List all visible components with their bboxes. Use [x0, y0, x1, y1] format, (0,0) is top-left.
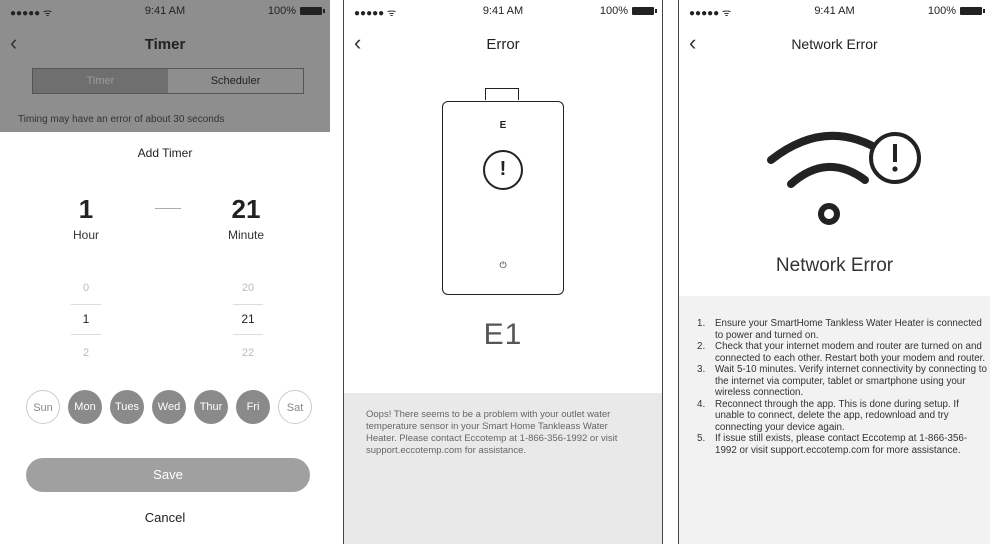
status-bar: ●●●●● ᯤ 9:41 AM 100% [0, 0, 330, 22]
sheet-title: Add Timer [137, 146, 193, 160]
minute-picker-prev[interactable]: 20 [218, 282, 278, 294]
troubleshooting-panel: 1. Ensure your SmartHome Tankless Water H… [679, 296, 990, 544]
weekday-selector: Sun Mon Tues Wed Thur Fri Sat [26, 390, 314, 424]
day-sat[interactable]: Sat [278, 390, 312, 424]
step-text: Reconnect through the app. This is done … [715, 398, 959, 433]
day-sun[interactable]: Sun [26, 390, 60, 424]
step-text: Wait 5-10 minutes. Verify internet conne… [715, 364, 987, 398]
hour-value: 1 [78, 194, 94, 224]
step-item: 4. Reconnect through the app. This is don… [697, 399, 987, 434]
picker-divider [233, 334, 263, 335]
step-item: 2. Check that your internet modem and rou… [697, 341, 987, 364]
step-item: 5. If issue still exists, please contact … [697, 433, 987, 456]
step-number: 4. [697, 398, 706, 410]
error-screen: ●●●●● ᯤ 9:41 AM 100% ‹ Error E ! ⏻ E1 Oo… [343, 0, 663, 544]
battery-percent: 100% [599, 5, 628, 17]
error-message: Oops! There seems to be a problem with y… [366, 409, 618, 456]
step-text: Ensure your SmartHome Tankless Water Hea… [715, 318, 982, 341]
day-fri[interactable]: Fri [236, 390, 270, 424]
step-item: 3. Wait 5-10 minutes. Verify internet con… [697, 364, 987, 399]
day-tues[interactable]: Tues [110, 390, 144, 424]
page-title: Network Error [791, 36, 878, 52]
device-logo: E [499, 120, 507, 131]
page-title: Error [486, 36, 520, 53]
timer-screen: ●●●●● ᯤ 9:41 AM 100% ‹ Timer Timer Sched… [0, 0, 330, 544]
separator-dash [155, 208, 181, 209]
battery-icon [632, 7, 657, 15]
minute-picker-next[interactable]: 22 [218, 347, 278, 359]
step-item: 1. Ensure your SmartHome Tankless Water H… [697, 318, 987, 341]
nav-bar: ‹ Network Error [679, 26, 990, 62]
step-number: 1. [697, 318, 706, 329]
hour-picker-selected[interactable]: 1 [56, 312, 116, 326]
battery-percent: 100% [927, 5, 956, 17]
troubleshooting-steps: 1. Ensure your SmartHome Tankless Water H… [697, 318, 987, 456]
hour-label: Hour [72, 228, 99, 242]
battery-percent: 100% [267, 5, 296, 17]
cancel-button[interactable]: Cancel [0, 510, 330, 525]
dimmed-background: ●●●●● ᯤ 9:41 AM 100% ‹ Timer Timer Sched… [0, 0, 330, 132]
segmented-control: Timer Scheduler [32, 68, 304, 94]
power-icon: ⏻ [499, 260, 507, 270]
step-text: If issue still exists, please contact Ec… [715, 433, 968, 456]
step-text: Check that your internet modem and route… [715, 341, 986, 364]
picker-divider [233, 304, 263, 305]
day-thur[interactable]: Thur [194, 390, 228, 424]
day-wed[interactable]: Wed [152, 390, 186, 424]
add-timer-sheet: Add Timer 1 Hour 21 Minute 0 1 2 20 21 2… [0, 132, 330, 544]
water-heater-icon: E ! ⏻ [442, 101, 564, 295]
wifi-error-icon [767, 131, 921, 225]
step-number: 5. [697, 433, 706, 444]
tab-scheduler[interactable]: Scheduler [168, 69, 303, 93]
battery-icon [960, 7, 985, 15]
picker-divider [71, 304, 101, 305]
error-code: E1 [483, 318, 523, 351]
nav-bar: ‹ Error [344, 26, 662, 62]
tab-timer[interactable]: Timer [33, 69, 168, 93]
network-error-heading: Network Error [775, 255, 894, 276]
day-mon[interactable]: Mon [68, 390, 102, 424]
step-number: 3. [697, 364, 706, 375]
page-title: Timer [144, 36, 186, 53]
error-message-panel: Oops! There seems to be a problem with y… [344, 393, 662, 544]
step-number: 2. [697, 341, 706, 352]
hour-picker-prev[interactable]: 0 [56, 282, 116, 294]
picker-divider [71, 334, 101, 335]
heater-outlet-icon [485, 88, 519, 100]
nav-bar: ‹ Timer [0, 26, 330, 62]
hour-picker-next[interactable]: 2 [56, 347, 116, 359]
minute-label: Minute [227, 228, 265, 242]
status-bar: ●●●●● ᯤ 9:41 AM 100% [679, 0, 990, 22]
exclamation-icon: ! [483, 150, 523, 190]
minute-value: 21 [231, 194, 261, 224]
network-error-screen: ●●●●● ᯤ 9:41 AM 100% ‹ Network Error Net… [678, 0, 990, 544]
save-button[interactable]: Save [26, 458, 310, 492]
timing-note: Timing may have an error of about 30 sec… [18, 114, 225, 125]
battery-icon [300, 7, 325, 15]
minute-picker-selected[interactable]: 21 [218, 312, 278, 326]
status-bar: ●●●●● ᯤ 9:41 AM 100% [344, 0, 662, 22]
